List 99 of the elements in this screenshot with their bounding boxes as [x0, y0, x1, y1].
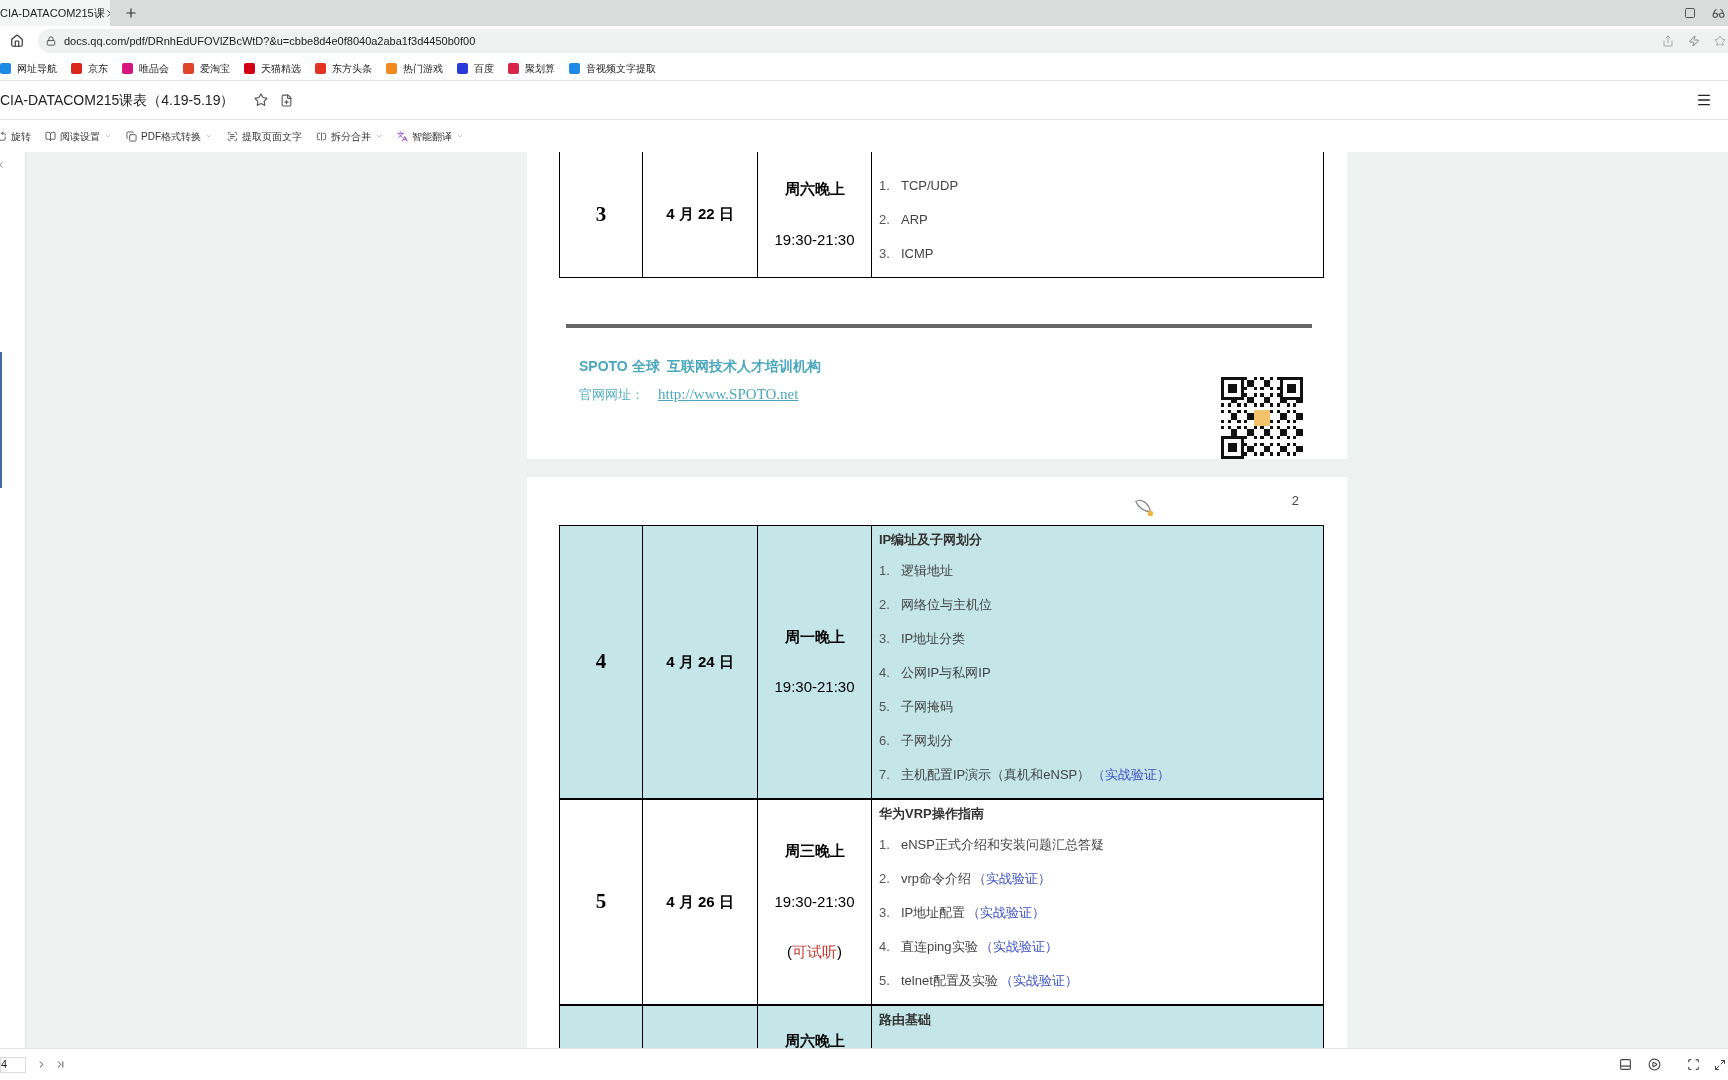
practice-tag: （实战验证）: [999, 971, 1078, 991]
home-icon[interactable]: [10, 34, 24, 48]
lesson-date: 4 月 26 日: [666, 891, 734, 912]
topic-item: 逻辑地址: [901, 562, 953, 581]
bookmark-link[interactable]: 聚划算: [525, 60, 555, 76]
translate-icon: [397, 130, 408, 142]
item-number: 3.: [879, 630, 891, 649]
lesson-time: 19:30-21:30: [774, 677, 855, 697]
new-tab-icon[interactable]: [124, 6, 138, 20]
toolbar-button[interactable]: 旋转: [0, 128, 31, 144]
item-number: 5.: [879, 972, 891, 991]
tab-list-icon[interactable]: [1684, 7, 1696, 19]
page-field[interactable]: 4: [0, 1056, 26, 1073]
fit-page-icon[interactable]: [1687, 1058, 1700, 1071]
toolbar-button[interactable]: 提取页面文字: [227, 128, 302, 144]
item-number: 2.: [879, 870, 891, 889]
page-number: 2: [1291, 492, 1299, 511]
toolbar-button[interactable]: 阅读设置: [45, 128, 112, 144]
layout-icon[interactable]: [1619, 1058, 1632, 1071]
copy-icon: [126, 130, 137, 142]
topic-item: ICMP: [901, 245, 934, 264]
lesson-time: 19:30-21:30: [774, 891, 855, 912]
topic-item: TCP/UDP: [901, 177, 959, 196]
toolbar-button[interactable]: 智能翻译: [397, 128, 464, 144]
bookmark-link[interactable]: 天猫精选: [261, 60, 301, 76]
topic-item: 直连ping实验: [901, 938, 978, 957]
star-icon[interactable]: [254, 93, 269, 107]
practice-tag: （实战验证）: [1092, 765, 1171, 785]
trial-note: (可试听): [787, 942, 842, 963]
topic-item: vrp命令介绍: [901, 870, 972, 889]
item-number: 4.: [879, 664, 891, 683]
split-icon: [316, 130, 327, 142]
item-number: 3.: [879, 904, 891, 923]
toolbar-button[interactable]: PDF格式转换: [126, 128, 213, 144]
book-icon: [45, 130, 56, 142]
caret-icon: [104, 132, 112, 140]
lesson-day: 周六晚上: [784, 178, 845, 201]
item-number: 2.: [879, 596, 891, 615]
lesson-number: 5: [595, 888, 607, 916]
topic-item: 子网掩码: [901, 698, 953, 717]
last-page-icon[interactable]: [55, 1059, 66, 1070]
menu-icon[interactable]: [1696, 92, 1712, 108]
topic-item: IP地址分类: [901, 630, 966, 649]
bookmark-link[interactable]: 唯品会: [139, 60, 169, 76]
topic-item: 子网划分: [901, 732, 953, 751]
item-number: 4.: [879, 938, 891, 957]
lesson-day: 周一晚上: [784, 625, 845, 648]
item-number: 6.: [879, 732, 891, 751]
lesson-date: 4 月 22 日: [666, 204, 734, 225]
topic-heading: 华为VRP操作指南: [879, 805, 984, 824]
item-number: 1.: [879, 177, 891, 196]
play-icon[interactable]: [1648, 1058, 1661, 1071]
topic-heading: 路由基础: [879, 1011, 931, 1030]
topic-item: telnet配置及实验: [901, 972, 998, 991]
lesson-day: 周六晚上: [784, 1029, 845, 1048]
practice-tag: （实战验证）: [973, 869, 1052, 889]
lesson-number: 3: [595, 200, 607, 228]
practice-tag: （实战验证）: [979, 937, 1058, 957]
item-number: 7.: [879, 766, 891, 785]
browser-tab[interactable]: CIA-DATACOM215课: [0, 0, 110, 26]
topic-item: 网络位与主机位: [901, 596, 992, 615]
item-number: 3.: [879, 245, 891, 264]
lesson-day: 周三晚上: [784, 840, 845, 863]
bookmark-link[interactable]: 网址导航: [17, 60, 57, 76]
caret-icon: [205, 132, 213, 140]
topic-item: IP地址配置: [901, 904, 966, 923]
practice-tag: （实战验证）: [967, 903, 1046, 923]
fullscreen-icon[interactable]: [1714, 1058, 1726, 1071]
bookmark-link[interactable]: 东方头条: [332, 60, 372, 76]
lesson-number: 4: [595, 648, 607, 676]
topic-item: 公网IP与私网IP: [901, 664, 991, 683]
item-number: 1.: [879, 562, 891, 581]
caret-icon: [375, 132, 383, 140]
organization-name: SPOTO 全球 互联网技术人才培训机构: [579, 357, 822, 376]
topic-item: eNSP正式介绍和安装问题汇总答疑: [901, 836, 1104, 855]
address-bar[interactable]: docs.qq.com/pdf/DRnhEdUFOVlZBcWtD?&u=cbbe8d4e0f8040a2aba1f3d4450b0f00: [38, 29, 1728, 53]
topic-heading: IP编址及子网划分: [879, 531, 983, 550]
scan-text-icon: [227, 130, 238, 142]
glasses-icon[interactable]: [1712, 6, 1725, 20]
website-label: 官网网址：: [579, 385, 644, 404]
item-number: 1.: [879, 836, 891, 855]
add-file-icon[interactable]: [280, 93, 294, 107]
toolbar-button[interactable]: 拆分合并: [316, 128, 383, 144]
star-icon[interactable]: [1714, 35, 1726, 47]
bookmark-link[interactable]: 京东: [88, 60, 108, 76]
document-title: CIA-DATACOM215课表（4.19-5.19）: [0, 90, 235, 110]
topic-item: 主机配置IP演示（真机和eNSP）: [901, 766, 1091, 785]
topic-item: ARP: [901, 211, 928, 230]
lock-icon: [46, 36, 56, 46]
bookmark-link[interactable]: 音视频文字提取: [586, 60, 656, 76]
lesson-date: 4 月 24 日: [666, 651, 734, 672]
pen-cursor-icon: [1133, 497, 1155, 519]
bookmark-link[interactable]: 爱淘宝: [200, 60, 230, 76]
bookmark-link[interactable]: 百度: [474, 60, 494, 76]
lesson-time: 19:30-21:30: [774, 229, 855, 250]
caret-icon: [456, 132, 464, 140]
item-number: 5.: [879, 698, 891, 717]
item-number: 2.: [879, 211, 891, 230]
bookmark-link[interactable]: 热门游戏: [403, 60, 443, 76]
